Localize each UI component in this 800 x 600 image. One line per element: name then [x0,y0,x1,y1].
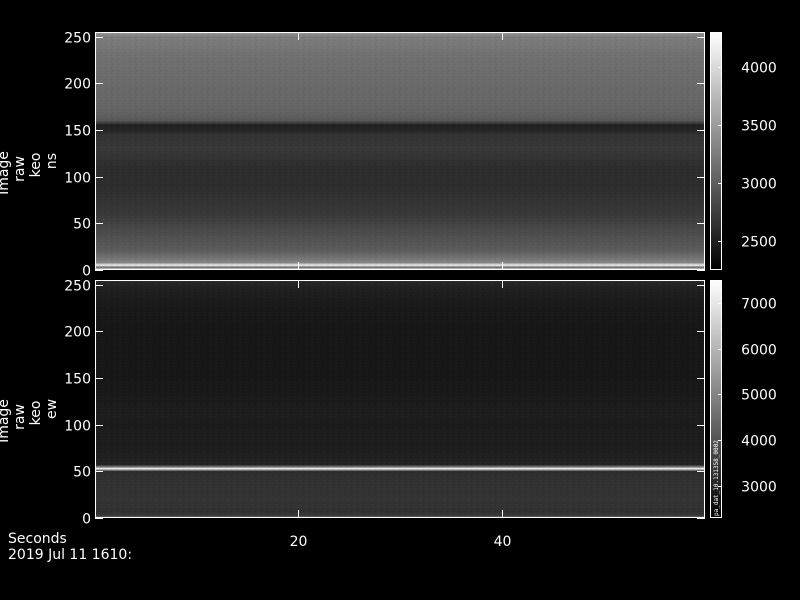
y-tick-label: 150 [64,124,91,140]
colorbar-tick-label: 3000 [741,480,777,496]
y-tick-label: 50 [73,465,91,481]
y-tick-label: 200 [64,77,91,93]
colorbar-tick-label: 7000 [741,297,777,313]
y-axis-label-line: Image [0,399,12,443]
colorbar-tick-label: 4000 [741,61,777,77]
y-tick-label: 250 [64,31,91,47]
y-tick-label: 0 [82,512,91,528]
keogram-image-texture [95,32,705,270]
y-tick-label: 200 [64,325,91,341]
y-tick-label: 150 [64,372,91,388]
colorbar-tick-label: 2500 [741,235,777,251]
y-axis-label-line: ns [44,153,60,169]
y-tick-label: 100 [64,171,91,187]
y-axis-label-line: ew [44,399,60,419]
colorbar-tick-label: 3500 [741,119,777,135]
x-tick-label: 20 [290,534,308,550]
y-axis-label-line: Image [0,151,12,195]
y-tick-label: 50 [73,217,91,233]
y-axis-label-line: keo [28,153,44,178]
x-axis-title: Seconds [8,531,67,547]
keogram-image-texture [95,280,705,518]
date-label: 2019 Jul 11 1610: [8,547,133,563]
x-tick-label: 40 [494,534,512,550]
colorbar-tick-label: 6000 [741,343,777,359]
y-tick-label: 100 [64,419,91,435]
y-axis-label-line: keo [28,401,44,426]
y-tick-label: 250 [64,279,91,295]
keogram-figure: 0 50 100 150 200 250 Image raw keo ns 2500 3000 3500… [0,0,800,600]
keogram-panel-1: 0 50 100 150 200 250 Image raw keo ns 2500 3000 3500… [0,31,777,280]
y-axis-label-line: raw [12,404,28,430]
colorbar-tick-label: 3000 [741,177,777,193]
colorbar-tick-label: 5000 [741,388,777,404]
y-axis-label-line: raw [12,156,28,182]
y-tick-label: 0 [82,264,91,280]
figure-canvas: 050100150200250Image raw keo ns250030003500… [0,31,777,551]
colorbar-side-label: pa_dat_10.131358_0002 [713,440,720,516]
colorbar-tick-label: 4000 [741,434,777,450]
keogram-panel-2: 0 50 100 150 200 250 20 40 Image raw keo ew 3000 4000… [0,279,777,551]
